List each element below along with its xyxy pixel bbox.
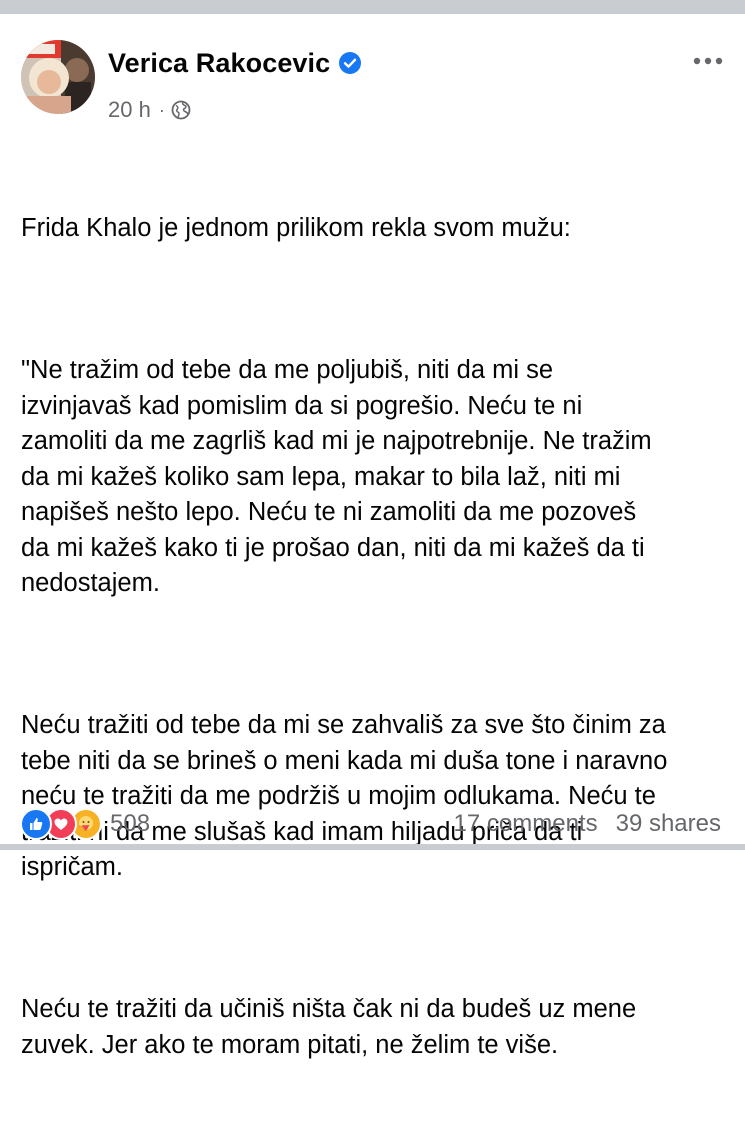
post-paragraph-quote-2: Neću tražiti od tebe da mi se zahvališ z…: [21, 711, 668, 881]
post-meta: 20 h ·: [108, 96, 191, 124]
like-icon: [20, 808, 52, 840]
reactions-summary[interactable]: 508: [20, 808, 151, 840]
globe-icon[interactable]: [171, 100, 191, 120]
post-paragraph-quote-1: "Ne tražim od tebe da me poljubiš, niti …: [21, 356, 652, 597]
comments-count-link[interactable]: 17 comments: [454, 810, 598, 838]
post-timestamp[interactable]: 20 h: [108, 97, 151, 123]
feed-background-bottom: [0, 844, 745, 850]
author-row: Verica Rakocevic: [108, 46, 362, 80]
engagement-stats: 17 comments 39 shares: [454, 809, 721, 839]
more-options-icon[interactable]: [693, 56, 723, 66]
author-avatar[interactable]: [21, 40, 95, 114]
post-text: Frida Khalo je jednom prilikom rekla svo…: [21, 140, 733, 1134]
author-name[interactable]: Verica Rakocevic: [108, 48, 330, 79]
post-paragraph-intro: Frida Khalo je jednom prilikom rekla svo…: [21, 214, 571, 242]
post-paragraph-quote-3: Neću te tražiti da učiniš ništa čak ni d…: [21, 995, 637, 1059]
feed-background-top: [0, 0, 745, 14]
post-card: Verica Rakocevic 20 h · Frida Khalo je j…: [0, 14, 745, 1059]
reaction-count: 508: [110, 810, 151, 837]
shares-count-link[interactable]: 39 shares: [616, 810, 721, 838]
avatar-image: [21, 40, 95, 114]
meta-separator: ·: [158, 99, 165, 120]
verified-badge-icon: [339, 52, 362, 74]
